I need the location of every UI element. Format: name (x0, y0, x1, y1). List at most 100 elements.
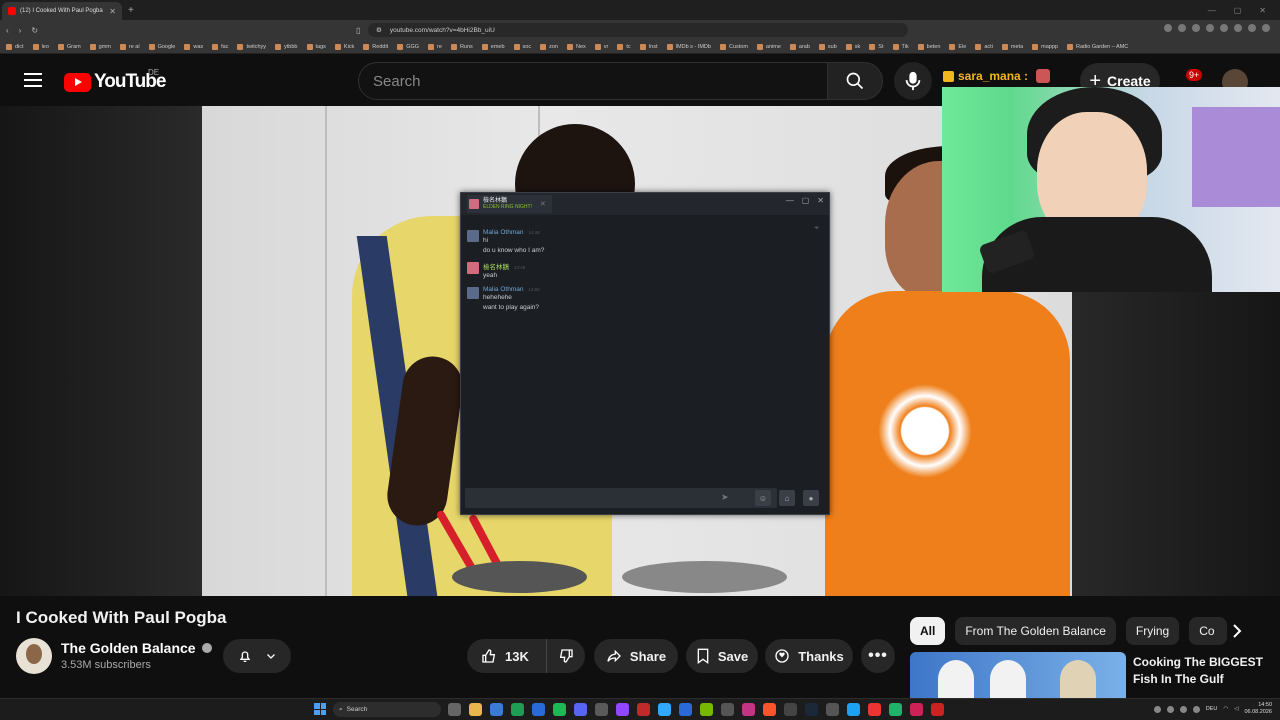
bookmark-item[interactable]: tc (617, 43, 631, 50)
forward-icon[interactable]: › (19, 26, 22, 35)
save-button[interactable]: Save (686, 639, 758, 673)
youtube-logo[interactable]: YouTube DE (64, 68, 166, 93)
chip-partial[interactable]: Co (1189, 617, 1228, 645)
send-icon[interactable]: ➤ (721, 492, 729, 503)
sender-avatar[interactable] (467, 287, 479, 299)
app-icon[interactable] (490, 703, 503, 716)
bookmark-item[interactable]: vr (594, 43, 608, 50)
bookmark-item[interactable]: was (184, 43, 203, 50)
thanks-button[interactable]: Thanks (765, 639, 853, 673)
volume-icon[interactable]: ◁ (1234, 706, 1238, 712)
app-icon[interactable] (784, 703, 797, 716)
bookmark-item[interactable]: St (869, 43, 884, 50)
twitch-icon[interactable] (616, 703, 629, 716)
tray-icon[interactable] (1192, 705, 1200, 713)
app-icon[interactable] (910, 703, 923, 716)
subscribed-notifications-button[interactable] (223, 639, 291, 673)
bookmark-item[interactable]: Inst (639, 43, 658, 50)
bookmark-item[interactable]: Custom (719, 43, 748, 50)
extension-icon[interactable] (1164, 24, 1172, 32)
site-info-icon[interactable]: ⚙ (376, 26, 382, 34)
chat-input[interactable] (465, 489, 777, 510)
emoticon-icon[interactable]: ☺ (755, 490, 771, 506)
app-icon[interactable] (826, 703, 839, 716)
discord-icon[interactable] (574, 703, 587, 716)
app-icon[interactable] (868, 703, 881, 716)
word-icon[interactable] (532, 703, 545, 716)
chip-all[interactable]: All (910, 617, 946, 645)
bookmark-item[interactable]: mappp (1032, 43, 1058, 50)
more-actions-button[interactable]: ••• (861, 639, 895, 673)
brave-icon[interactable] (763, 703, 776, 716)
bookmark-item[interactable]: acti (975, 43, 993, 50)
bookmark-item[interactable]: ytbbb (275, 43, 298, 50)
sender-name[interactable]: Malia Othman (483, 286, 523, 293)
sender-avatar[interactable] (467, 230, 479, 242)
language-indicator[interactable]: DEU (1206, 706, 1218, 712)
close-tab-icon[interactable]: ✕ (109, 7, 116, 16)
bookmark-item[interactable]: emeb (481, 43, 505, 50)
sender-name[interactable]: Malia Othman (483, 229, 523, 236)
recommendation-title[interactable]: Cooking The BIGGEST Fish In The Gulf (1133, 654, 1273, 688)
bookmark-item[interactable]: Reddit (363, 43, 388, 50)
bookmark-item[interactable]: zon (540, 43, 558, 50)
tray-icon[interactable] (1179, 705, 1187, 713)
start-icon[interactable] (314, 703, 326, 715)
nvidia-icon[interactable] (700, 703, 713, 716)
sender-name[interactable]: 檢名林鵝 (483, 261, 509, 271)
share-button[interactable]: Share (594, 639, 678, 673)
dislike-button[interactable] (547, 648, 585, 664)
maximize-icon[interactable]: ▢ (1234, 6, 1242, 15)
channel-name[interactable]: The Golden Balance (61, 640, 196, 656)
bookmark-item[interactable]: fac (212, 43, 228, 50)
chip-frying[interactable]: Frying (1125, 617, 1180, 645)
app-icon[interactable] (931, 703, 944, 716)
tray-icon[interactable] (1153, 705, 1161, 713)
steam-icon[interactable] (805, 703, 818, 716)
bookmark-item[interactable]: Nex (566, 43, 586, 50)
chat-maximize-icon[interactable]: ▢ (802, 196, 810, 205)
bookmark-item[interactable]: soc (513, 43, 531, 50)
attach-icon[interactable]: ⌂ (779, 490, 795, 506)
app-icon[interactable] (595, 703, 608, 716)
bookmark-item[interactable]: GGG (397, 43, 419, 50)
bookmark-item[interactable]: leo (32, 43, 49, 50)
task-view-icon[interactable] (448, 703, 461, 716)
voice-icon[interactable]: ● (803, 490, 819, 506)
sender-avatar[interactable] (467, 262, 479, 274)
tray-icon[interactable] (1166, 705, 1174, 713)
extension-icon[interactable] (1206, 24, 1214, 32)
minimize-icon[interactable]: — (1208, 6, 1216, 15)
extension-icon[interactable] (1248, 24, 1256, 32)
bookmark-item[interactable]: Google (148, 43, 175, 50)
clock[interactable]: 14:50 06.08.2026 (1244, 702, 1272, 716)
bookmark-item[interactable]: tags (306, 43, 326, 50)
app-icon[interactable] (889, 703, 902, 716)
bookmark-item[interactable]: dict (6, 43, 24, 50)
extension-icon[interactable] (1192, 24, 1200, 32)
bookmark-item[interactable]: Kick (334, 43, 354, 50)
reload-icon[interactable]: ↻ (31, 26, 38, 35)
app-icon[interactable] (637, 703, 650, 716)
bookmark-item[interactable]: re (428, 43, 442, 50)
channel-avatar[interactable] (16, 638, 52, 674)
bookmark-item[interactable]: gmm (89, 43, 111, 50)
back-icon[interactable]: ‹ (6, 26, 9, 35)
extension-icon[interactable] (1262, 24, 1270, 32)
extension-icon[interactable] (1220, 24, 1228, 32)
bookmark-item[interactable]: twitchyy (237, 43, 266, 50)
bookmark-item[interactable]: re al (119, 43, 140, 50)
menu-icon[interactable] (24, 73, 42, 87)
bookmark-item[interactable]: anime (756, 43, 781, 50)
app-icon[interactable] (847, 703, 860, 716)
bookmark-item[interactable]: Radio Garden – AMC (1066, 43, 1128, 50)
search-button[interactable] (827, 62, 883, 100)
bookmark-item[interactable]: sub (818, 43, 837, 50)
pin-icon[interactable]: ⌖ (814, 223, 819, 233)
app-icon[interactable] (679, 703, 692, 716)
channel-name-row[interactable]: The Golden Balance (61, 640, 212, 656)
new-tab-icon[interactable]: + (128, 5, 134, 16)
close-chat-tab-icon[interactable]: ✕ (540, 200, 546, 208)
bookmark-item[interactable]: meta (1001, 43, 1023, 50)
chip-from-channel[interactable]: From The Golden Balance (955, 617, 1116, 645)
